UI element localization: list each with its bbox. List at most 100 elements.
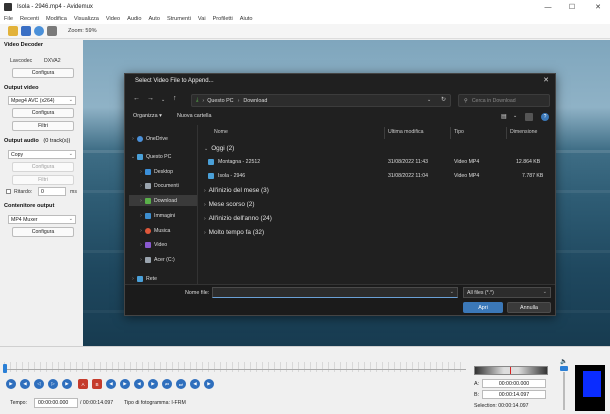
previous-black-frame-icon[interactable]: ◀ — [134, 379, 144, 389]
dialog-close-icon[interactable]: ✕ — [543, 76, 549, 84]
group-today[interactable]: ⌄ Oggi (2) — [204, 145, 234, 152]
file-modified: 31/08/2022 11:43 — [388, 159, 428, 165]
history-chevron-icon[interactable]: ⌄ — [161, 97, 165, 103]
column-size[interactable]: Dimensione — [510, 129, 537, 135]
next-keyframe-icon[interactable]: ▶ — [120, 379, 130, 389]
container-select[interactable]: MP4 Muxer ⌄ — [8, 215, 76, 224]
close-icon[interactable]: ✕ — [586, 0, 610, 14]
delay-input[interactable]: 0 — [38, 187, 66, 196]
go-to-start-icon[interactable]: ⏮ — [162, 379, 172, 389]
breadcrumb-download[interactable]: Download — [243, 98, 267, 104]
rewind-icon[interactable]: ◀ — [20, 379, 30, 389]
preview-pane-icon[interactable] — [525, 113, 533, 121]
properties-icon[interactable] — [47, 26, 57, 36]
menu-vai[interactable]: Vai — [198, 16, 206, 22]
volume-icon[interactable]: 🔈 — [560, 358, 567, 365]
column-type[interactable]: Tipo — [454, 129, 464, 135]
maximize-icon[interactable]: ☐ — [560, 0, 584, 14]
group-this-year[interactable]: › All'inizio dell'anno (24) — [204, 215, 272, 222]
menu-strumenti[interactable]: Strumenti — [167, 16, 191, 22]
open-folder-icon[interactable] — [8, 26, 18, 36]
menu-aiuto[interactable]: Aiuto — [240, 16, 253, 22]
video-filters-button[interactable]: Filtri — [12, 121, 74, 131]
menu-file[interactable]: File — [4, 16, 13, 22]
timeline-handle[interactable] — [3, 364, 7, 373]
back-arrow-icon[interactable]: ← — [133, 95, 140, 102]
column-modified[interactable]: Ultima modifica — [388, 129, 423, 135]
nav-item-this-pc[interactable]: ⌄ Questo PC — [129, 151, 197, 162]
menu-recenti[interactable]: Recenti — [20, 16, 39, 22]
menu-audio[interactable]: Audio — [127, 16, 141, 22]
group-last-month[interactable]: › Mese scorso (2) — [204, 201, 254, 208]
timeline-ticks — [4, 362, 466, 372]
set-marker-a-icon[interactable]: A — [78, 379, 88, 389]
nav-item-drive-c[interactable]: › Acer (C:) — [137, 254, 197, 265]
audio-codec-select[interactable]: Copy ⌄ — [8, 150, 76, 159]
nav-item-network[interactable]: › Rete — [129, 273, 197, 284]
menu-video[interactable]: Video — [106, 16, 120, 22]
video-configure-button[interactable]: Configura — [12, 108, 74, 118]
filename-input[interactable]: ⌄ — [212, 287, 458, 298]
marker-b-value[interactable]: 00:00:14.097 — [482, 390, 546, 399]
table-row[interactable]: Montagna - 22512 31/08/2022 11:43 Video … — [198, 157, 553, 168]
address-chevron-icon[interactable]: ⌄ — [427, 97, 431, 103]
audio-filters-button[interactable]: Filtri — [12, 175, 74, 185]
chevron-right-icon: › — [204, 229, 206, 236]
help-icon[interactable]: ? — [541, 113, 549, 121]
open-button[interactable]: Apri — [463, 302, 503, 313]
audio-configure-button[interactable]: Configura — [12, 162, 74, 172]
nav-item-download[interactable]: › Download — [129, 195, 197, 206]
menu-profiletti[interactable]: Profiletti — [213, 16, 233, 22]
nav-item-music[interactable]: › Musica — [137, 225, 197, 236]
fast-forward-icon[interactable]: ▶ — [62, 379, 72, 389]
save-icon[interactable] — [21, 26, 31, 36]
nav-item-images[interactable]: › Immagini — [137, 210, 197, 221]
nav-item-documents[interactable]: › Documenti — [137, 180, 197, 191]
group-long-ago[interactable]: › Molto tempo fa (32) — [204, 229, 264, 236]
column-name[interactable]: Nome — [214, 129, 228, 135]
play-icon[interactable]: ▶ — [6, 379, 16, 389]
info-icon[interactable] — [34, 26, 44, 36]
nav-item-desktop[interactable]: › Desktop — [137, 166, 197, 177]
breadcrumb-this-pc[interactable]: Questo PC — [207, 98, 233, 104]
go-to-b-icon[interactable]: ▶ — [204, 379, 214, 389]
nav-item-video[interactable]: › Video — [137, 239, 197, 250]
organize-button[interactable]: Organizza ▾ — [133, 113, 162, 119]
go-to-end-icon[interactable]: ⏭ — [176, 379, 186, 389]
search-input[interactable]: ⚲ Cerca in Download — [458, 94, 550, 107]
forward-arrow-icon[interactable]: → — [147, 95, 154, 102]
menu-visualizza[interactable]: Visualizza — [74, 16, 99, 22]
timeline-slider[interactable] — [4, 369, 466, 370]
video-codec-select[interactable]: Mpeg4 AVC (x264) ⌄ — [8, 96, 76, 105]
previous-keyframe-icon[interactable]: ◀ — [106, 379, 116, 389]
current-time-input[interactable]: 00:00:00.000 — [34, 398, 78, 408]
delay-checkbox[interactable] — [6, 189, 11, 194]
marker-a-value[interactable]: 00:00:00.000 — [482, 379, 546, 388]
container-configure-button[interactable]: Configura — [12, 227, 74, 237]
group-this-month[interactable]: › All'inizio del mese (3) — [204, 187, 269, 194]
volume-handle[interactable] — [560, 366, 568, 371]
nav-label: Acer (C:) — [154, 256, 175, 263]
decoder-configure-button[interactable]: Configura — [12, 68, 74, 78]
next-frame-icon[interactable]: ▷ — [48, 379, 58, 389]
refresh-icon[interactable]: ↻ — [441, 96, 446, 103]
selection-duration: Selection: 00:00:14.097 — [474, 403, 529, 409]
cancel-button[interactable]: Annulla — [507, 302, 551, 313]
volume-slider[interactable] — [563, 372, 565, 410]
set-marker-b-icon[interactable]: B — [92, 379, 102, 389]
view-chevron-icon[interactable]: ⌄ — [513, 113, 517, 119]
new-folder-button[interactable]: Nuova cartella — [177, 113, 211, 119]
address-bar[interactable]: ⤓ › Questo PC › Download — [191, 94, 451, 107]
file-type-filter[interactable]: All files (*.*) ⌄ — [463, 287, 551, 298]
menu-auto[interactable]: Auto — [148, 16, 160, 22]
previous-frame-icon[interactable]: ◁ — [34, 379, 44, 389]
up-arrow-icon[interactable]: ↑ — [173, 95, 177, 102]
nav-item-onedrive[interactable]: › OneDrive — [129, 133, 197, 144]
table-row[interactable]: Isola - 2946 31/08/2022 11:04 Video MP4 … — [198, 171, 553, 182]
next-black-frame-icon[interactable]: ▶ — [148, 379, 158, 389]
dialog-toolbar: Organizza ▾ Nuova cartella ▤ ⌄ ? — [125, 113, 555, 125]
go-to-a-icon[interactable]: ◀ — [190, 379, 200, 389]
minimize-icon[interactable]: — — [536, 0, 560, 14]
menu-modifica[interactable]: Modifica — [46, 16, 67, 22]
view-options-icon[interactable]: ▤ — [501, 113, 507, 120]
